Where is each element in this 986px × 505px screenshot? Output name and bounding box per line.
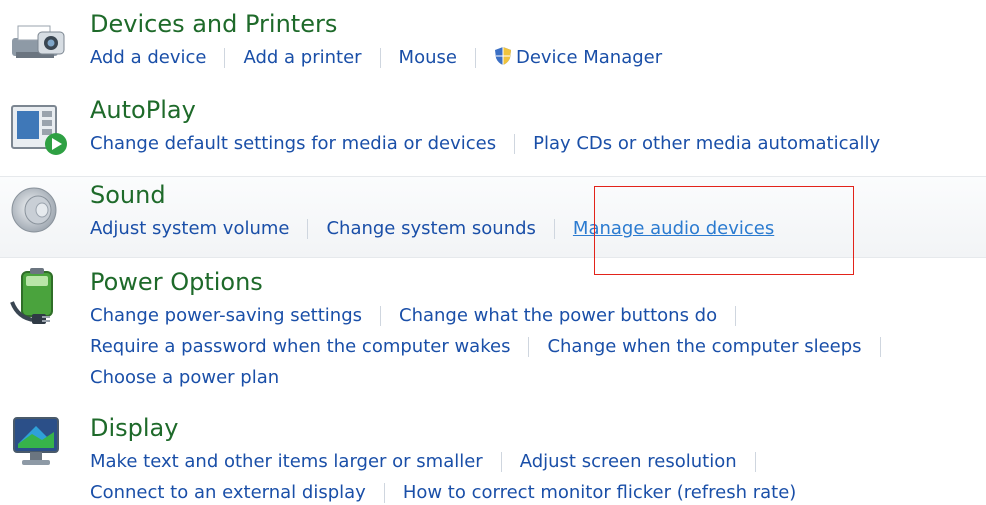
change-system-sounds-link[interactable]: Change system sounds [326,218,535,239]
change-default-settings-link[interactable]: Change default settings for media or dev… [90,133,496,154]
add-a-printer-link[interactable]: Add a printer [243,47,361,68]
separator [380,306,382,326]
adjust-system-volume-link[interactable]: Adjust system volume [90,218,289,239]
add-a-device-link[interactable]: Add a device [90,47,206,68]
correct-monitor-flicker-link[interactable]: How to correct monitor flicker (refresh … [403,482,797,503]
sound-title[interactable]: Sound [90,181,166,209]
separator [879,337,881,357]
separator [474,48,476,68]
change-power-saving-settings-link[interactable]: Change power-saving settings [90,305,362,326]
separator [735,306,737,326]
separator [514,134,516,154]
make-text-larger-link[interactable]: Make text and other items larger or smal… [90,451,483,472]
change-power-buttons-link[interactable]: Change what the power buttons do [399,305,717,326]
separator [528,337,530,357]
power-options-title[interactable]: Power Options [90,268,263,296]
devices-and-printers-title[interactable]: Devices and Printers [90,10,337,38]
play-cds-link[interactable]: Play CDs or other media automatically [533,133,880,154]
separator [224,48,226,68]
separator [500,452,502,472]
display-links-line-2: Connect to an external display How to cor… [90,481,796,505]
separator [379,48,381,68]
device-manager-link[interactable]: Device Manager [516,47,662,68]
separator [754,452,756,472]
choose-power-plan-link[interactable]: Choose a power plan [90,367,279,388]
autoplay-links-line: Change default settings for media or dev… [90,132,880,156]
power-links-line-2: Require a password when the computer wak… [90,335,899,359]
mouse-link[interactable]: Mouse [399,47,457,68]
change-when-sleeps-link[interactable]: Change when the computer sleeps [547,336,861,357]
monitor-icon[interactable] [8,414,70,470]
separator [307,219,309,239]
autoplay-icon[interactable] [8,100,70,156]
printer-camera-icon[interactable] [8,12,70,68]
highlight-box [594,186,854,275]
autoplay-title[interactable]: AutoPlay [90,96,196,124]
display-links-line-1: Make text and other items larger or smal… [90,450,774,474]
devices-links-line: Add a device Add a printer Mouse Device Man… [90,46,662,73]
display-title[interactable]: Display [90,414,178,442]
connect-external-display-link[interactable]: Connect to an external display [90,482,366,503]
power-links-line-1: Change power-saving settings Change what … [90,304,754,328]
power-links-line-3: Choose a power plan [90,366,279,390]
speaker-icon[interactable] [8,184,70,240]
separator [553,219,555,239]
require-password-link[interactable]: Require a password when the computer wak… [90,336,510,357]
adjust-screen-resolution-link[interactable]: Adjust screen resolution [520,451,737,472]
separator [383,483,385,503]
battery-plug-icon[interactable] [8,268,70,324]
uac-shield-icon [494,46,512,73]
